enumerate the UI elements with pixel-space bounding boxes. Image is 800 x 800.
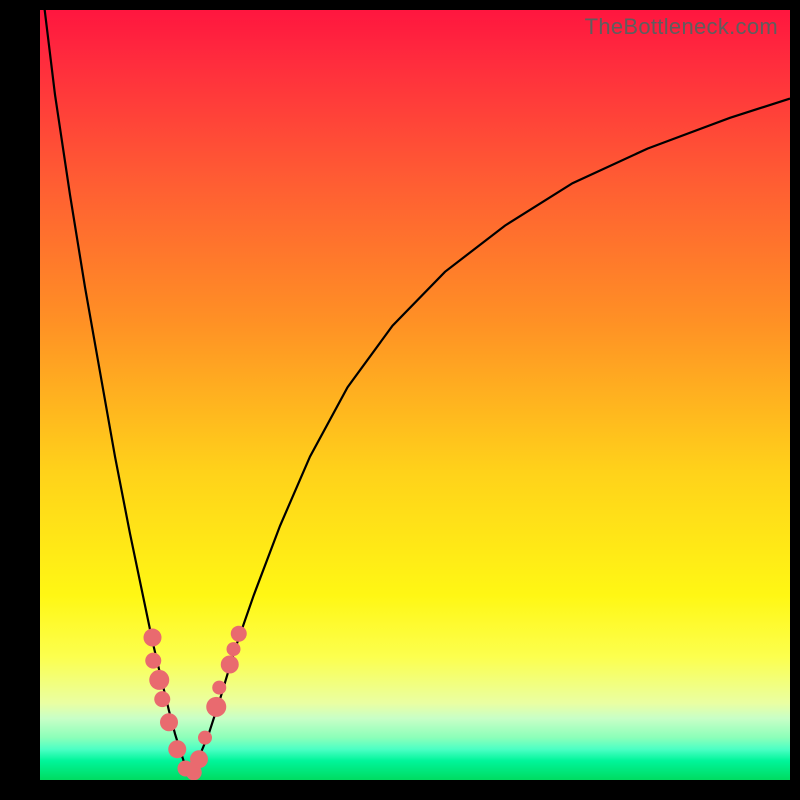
- highlight-dot: [212, 681, 226, 695]
- highlight-dot: [206, 697, 226, 717]
- curve-left-branch: [44, 10, 190, 776]
- highlight-dot: [154, 691, 170, 707]
- highlight-dot: [149, 670, 169, 690]
- chart-frame: TheBottleneck.com: [0, 0, 800, 800]
- highlight-dot: [144, 629, 162, 647]
- highlight-dot: [160, 713, 178, 731]
- highlight-dot: [168, 740, 186, 758]
- curve-right-branch: [190, 99, 790, 777]
- plot-area: TheBottleneck.com: [40, 10, 790, 780]
- chart-svg: [40, 10, 790, 780]
- highlight-dot: [145, 653, 161, 669]
- highlight-dots-group: [144, 626, 247, 780]
- highlight-dot: [198, 731, 212, 745]
- highlight-dot: [231, 626, 247, 642]
- highlight-dot: [221, 656, 239, 674]
- highlight-dot: [227, 642, 241, 656]
- highlight-dot: [190, 750, 208, 768]
